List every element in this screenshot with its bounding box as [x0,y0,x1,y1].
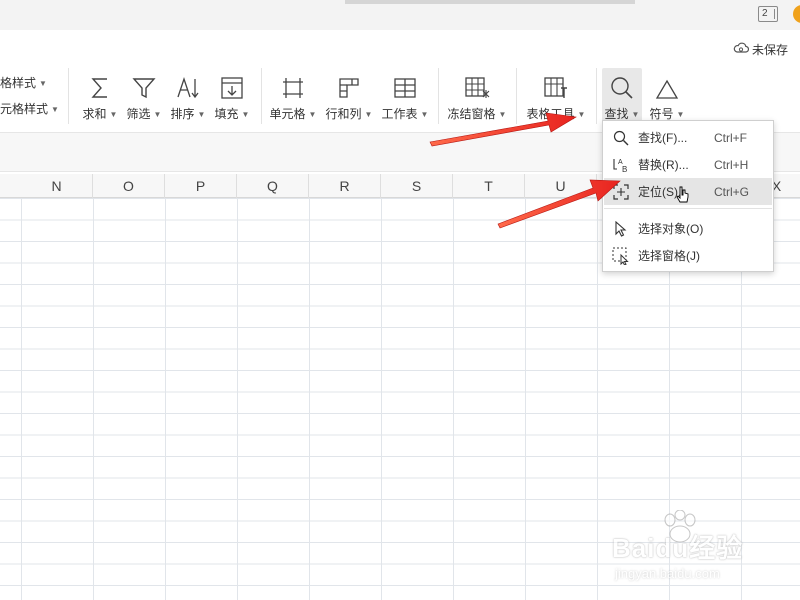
cell-label: 单元格 [269,107,306,121]
ribbon-separator [261,68,262,124]
menu-item-select-object[interactable]: 选择对象(O) [604,215,772,242]
table-style-label: 格样式 [0,76,37,90]
cell-button[interactable]: 单元格 ▼ [268,68,318,126]
menu-item-label: 替换(R)... [638,158,689,172]
filter-label: 筛选 [126,107,151,121]
rows-columns-button[interactable]: 行和列 ▼ [324,68,374,126]
column-header-n[interactable]: N [21,174,93,198]
baidu-watermark: Baidu经验 jingyan.baidu.com [590,510,790,595]
menu-item-find[interactable]: 查找(F)... Ctrl+F [604,124,772,151]
cell-icon [281,68,305,100]
sum-label: 求和 [82,107,107,121]
table-tools-icon [543,68,569,100]
column-header-r[interactable]: R [309,174,381,198]
find-label: 查找 [604,107,629,121]
symbol-button[interactable]: 符号 ▼ [646,68,688,126]
freeze-panes-label: 冻结窗格 [447,107,496,121]
magnifier-icon [604,130,638,146]
column-header-s[interactable]: S [381,174,453,198]
window-count-icon[interactable]: 2 [758,6,778,22]
rows-columns-label: 行和列 [325,107,362,121]
funnel-icon [132,68,156,100]
caret-down-icon: ▼ [308,110,317,119]
sort-button[interactable]: 排序 ▼ [168,68,208,126]
save-status[interactable]: 未保存 [733,41,788,58]
replace-icon: AB [604,156,638,174]
menu-item-shortcut: Ctrl+F [714,130,747,145]
column-header-q[interactable]: Q [237,174,309,198]
caret-down-icon: ▼ [241,110,250,119]
menu-item-replace[interactable]: AB 替换(R)... Ctrl+H [604,151,772,178]
caret-down-icon: ▼ [364,110,373,119]
avatar[interactable] [793,5,800,23]
column-header-t[interactable]: T [453,174,525,198]
mouse-pointer-icon [676,186,690,209]
filter-button[interactable]: 筛选 ▼ [124,68,164,126]
caret-down-icon: ▼ [420,110,429,119]
ribbon-separator [596,68,597,124]
fill-button[interactable]: 填充 ▼ [212,68,252,126]
column-header-u[interactable]: U [525,174,597,198]
select-pane-icon [604,247,638,265]
watermark-text: Baidu经验 [612,533,744,563]
cloud-icon [733,41,750,58]
caret-down-icon: ▼ [109,110,118,119]
menu-item-label: 选择窗格(J) [638,249,700,263]
worksheet-label: 工作表 [381,107,418,121]
cell-style-button[interactable]: 元格样式 ▼ [0,100,59,117]
freeze-panes-button[interactable]: 冻结窗格 ▼ [446,68,508,126]
save-status-label: 未保存 [752,43,789,57]
ribbon-separator [516,68,517,124]
table-tools-button[interactable]: 表格工具 ▼ [524,68,588,126]
caret-down-icon: ▼ [498,110,507,119]
rows-columns-icon [337,68,361,100]
caret-down-icon: ▼ [51,105,59,114]
worksheet-icon [393,68,417,100]
caret-down-icon: ▼ [676,110,685,119]
caret-down-icon: ▼ [197,110,206,119]
menu-item-shortcut: Ctrl+G [714,184,750,199]
symbol-label: 符号 [649,107,674,121]
column-header-p[interactable]: P [165,174,237,198]
svg-text:B: B [622,165,627,174]
column-header-o[interactable]: O [93,174,165,198]
locate-icon [604,183,638,200]
title-bar-shadow [345,0,635,4]
menu-item-label: 选择对象(O) [638,222,704,236]
ribbon-separator [438,68,439,124]
fill-down-icon [220,68,244,100]
menu-item-shortcut: Ctrl+H [714,157,749,172]
fill-label: 填充 [214,107,239,121]
menu-item-label: 查找(F)... [638,131,688,145]
magnifier-icon [610,68,634,100]
select-object-icon [604,220,638,237]
ribbon-separator [68,68,69,124]
caret-down-icon: ▼ [39,79,47,88]
find-button[interactable]: 查找 ▼ [602,68,642,126]
menu-item-select-pane[interactable]: 选择窗格(J) [604,242,772,269]
caret-down-icon: ▼ [153,110,162,119]
table-tools-label: 表格工具 [526,107,575,121]
title-bar: 2 [0,0,800,30]
sort-icon [175,68,201,100]
caret-down-icon: ▼ [577,110,586,119]
triangle-icon [655,68,679,100]
caret-down-icon: ▼ [631,110,640,119]
cell-style-label: 元格样式 [0,102,49,116]
watermark-url: jingyan.baidu.com [615,566,720,581]
sort-label: 排序 [170,107,195,121]
table-style-button[interactable]: 格样式 ▼ [0,74,47,91]
freeze-panes-icon [464,68,490,100]
sigma-icon [89,68,111,100]
sum-button[interactable]: 求和 ▼ [80,68,120,126]
worksheet-button[interactable]: 工作表 ▼ [380,68,430,126]
